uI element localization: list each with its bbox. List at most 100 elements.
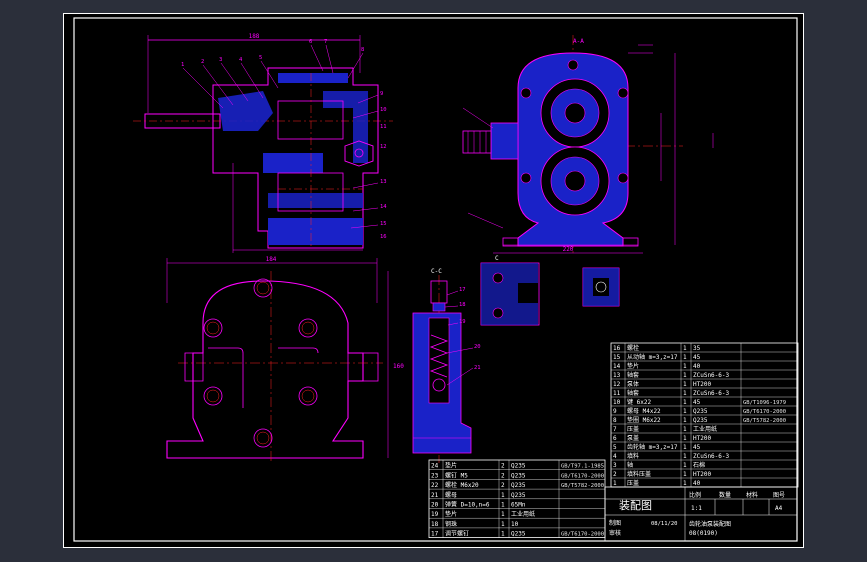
cad-viewport[interactable]: 188 1 2 3 4 5 6 7 8 9 10 11 12 13 14 15 … bbox=[0, 0, 867, 562]
bom-cell-no: 24 bbox=[431, 463, 439, 470]
bom-cell-qty: 1 bbox=[683, 390, 687, 397]
bom-table-lower: 24 垫片 2 Q235 GB/T97.1-1985 23 螺钉 M5 2 Q235 GB/T61… bbox=[428, 459, 606, 538]
front-width-dim: 188 bbox=[249, 33, 260, 40]
bom-row: 15 从动轴 m=3,z=17 1 45 bbox=[613, 353, 701, 361]
bom-cell-note: GB/T97.1-1985 bbox=[561, 464, 604, 470]
callout-number: 3 bbox=[219, 57, 222, 63]
bom-cell-name: 泵盖 bbox=[627, 434, 639, 442]
bom-row: 21 螺母 1 Q235 bbox=[431, 491, 526, 499]
bom-cell-material: Q235 bbox=[511, 492, 526, 499]
bom-cell-material: HT200 bbox=[693, 381, 711, 388]
bom-row: 20 弹簧 D=10,n=6 1 65Mn bbox=[431, 501, 526, 509]
bom-cell-material: 40 bbox=[693, 480, 701, 487]
callout-number: 14 bbox=[380, 204, 387, 210]
callout-number: 4 bbox=[239, 57, 243, 63]
bom-cell-material: ZCuSn6-6-3 bbox=[693, 453, 730, 460]
school-name: 齿轮油泵装配图 bbox=[689, 520, 731, 528]
drawn-by-label: 制图 bbox=[609, 519, 621, 527]
callout-number: 1 bbox=[181, 62, 184, 68]
bom-cell-name: 泵体 bbox=[627, 380, 639, 388]
bom-cell-name: 从动轴 m=3,z=17 bbox=[627, 353, 678, 361]
bom-cell-material: 40 bbox=[693, 363, 701, 370]
detail-label: C bbox=[495, 255, 499, 262]
bom-row: 19 垫片 1 工业用纸 bbox=[431, 510, 535, 518]
section-a-label: A-A bbox=[573, 38, 584, 45]
drawing-title: 装配图 bbox=[619, 499, 652, 512]
bom-cell-name: 螺母 M4x22 bbox=[627, 407, 661, 415]
bom-cell-material: HT200 bbox=[693, 471, 711, 478]
bom-cell-no: 14 bbox=[613, 363, 621, 370]
bom-cell-qty: 1 bbox=[683, 480, 687, 487]
title-block: 装配图 比例 数量 材料 图号 1:1 A4 制图 审核 08/11/20 齿轮… bbox=[604, 486, 798, 542]
bom-cell-no: 3 bbox=[613, 462, 617, 469]
bom-cell-no: 2 bbox=[613, 471, 617, 478]
bom-cell-no: 1 bbox=[613, 480, 617, 487]
callout-number: 21 bbox=[474, 365, 481, 371]
side-width-dim: 220 bbox=[563, 246, 574, 253]
bom-cell-note: GB/T5782-2000 bbox=[743, 418, 786, 424]
bom-cell-no: 19 bbox=[431, 511, 439, 518]
bom-cell-qty: 1 bbox=[683, 444, 687, 451]
bom-cell-name: 填料 bbox=[627, 452, 639, 460]
bom-cell-material: 工业用纸 bbox=[511, 510, 535, 518]
callout-number: 19 bbox=[459, 319, 466, 325]
bom-cell-qty: 1 bbox=[683, 408, 687, 415]
bom-cell-no: 8 bbox=[613, 417, 617, 424]
bom-row: 8 垫圈 M6x22 1 Q235 GB/T5782-2000 bbox=[613, 416, 786, 424]
bom-row: 7 压盖 1 工业用纸 bbox=[613, 425, 717, 433]
top-view: 184 160 bbox=[166, 256, 404, 463]
assembly-drawing: 188 1 2 3 4 56 78910111213141516 A-A 220… bbox=[63, 13, 804, 548]
bom-row: 2 填料压盖 1 HT200 bbox=[613, 470, 711, 478]
bom-cell-name: 钢珠 bbox=[445, 520, 457, 528]
bom-row: 13 轴套 1 ZCuSn6-6-3 bbox=[613, 371, 730, 379]
bom-cell-name: 轴套 bbox=[627, 371, 639, 379]
bom-cell-no: 15 bbox=[613, 354, 621, 361]
bom-cell-note: GB/T6170-2000 bbox=[561, 473, 604, 479]
callout-number: 18 bbox=[459, 302, 466, 308]
bom-cell-material: ZCuSn6-6-3 bbox=[693, 372, 730, 379]
bom-cell-material: 65Mn bbox=[511, 502, 526, 509]
bom-cell-material: 10 bbox=[511, 521, 519, 528]
bom-cell-qty: 2 bbox=[501, 482, 505, 489]
bom-cell-material: Q235 bbox=[511, 463, 526, 470]
bom-cell-note: GB/T6170-2000 bbox=[561, 532, 604, 538]
bom-cell-name: 齿轮轴 m=3,z=17 bbox=[627, 443, 678, 451]
date: 08/11/20 bbox=[651, 521, 678, 527]
bom-row: 14 垫片 1 40 bbox=[613, 362, 701, 370]
callout-number: 7 bbox=[324, 39, 327, 45]
bom-cell-qty: 1 bbox=[683, 435, 687, 442]
bom-cell-material: Q235 bbox=[693, 417, 708, 424]
bom-cell-material: Q235 bbox=[693, 408, 708, 415]
bom-cell-no: 6 bbox=[613, 435, 617, 442]
bom-cell-material: 45 bbox=[693, 444, 701, 451]
bom-cell-no: 20 bbox=[431, 502, 439, 509]
callout-number: 2 bbox=[201, 59, 204, 65]
bom-cell-no: 17 bbox=[431, 531, 439, 538]
bom-cell-no: 7 bbox=[613, 426, 617, 433]
bom-cell-no: 16 bbox=[613, 345, 621, 352]
bom-cell-material: 35 bbox=[693, 345, 701, 352]
side-height-dim: 160 bbox=[393, 363, 404, 370]
bom-cell-material: HT200 bbox=[693, 435, 711, 442]
bom-cell-qty: 2 bbox=[501, 463, 505, 470]
bom-cell-name: 垫片 bbox=[445, 462, 457, 470]
bom-cell-name: 螺栓 M6x20 bbox=[445, 481, 479, 489]
bom-row: 24 垫片 2 Q235 GB/T97.1-1985 bbox=[431, 462, 604, 470]
bom-cell-qty: 1 bbox=[683, 354, 687, 361]
section-c-label: C-C bbox=[431, 268, 442, 275]
bom-cell-no: 12 bbox=[613, 381, 621, 388]
bom-cell-no: 21 bbox=[431, 492, 439, 499]
bom-cell-qty: 2 bbox=[501, 472, 505, 479]
bom-cell-no: 5 bbox=[613, 444, 617, 451]
callout-number: 17 bbox=[459, 287, 466, 293]
bom-cell-name: 填料压盖 bbox=[627, 470, 651, 478]
bom-row: 17 调节螺钉 1 Q235 GB/T6170-2000 bbox=[431, 530, 604, 538]
bom-cell-material: Q235 bbox=[511, 472, 526, 479]
bom-cell-qty: 1 bbox=[683, 372, 687, 379]
bom-cell-name: 垫片 bbox=[445, 510, 457, 518]
callout-number: 8 bbox=[361, 47, 364, 53]
bom-cell-material: 工业用纸 bbox=[693, 425, 717, 433]
bom-cell-qty: 1 bbox=[683, 345, 687, 352]
valve-section-view: C-C 1718192021 bbox=[412, 268, 481, 463]
callout-number: 16 bbox=[380, 234, 387, 240]
